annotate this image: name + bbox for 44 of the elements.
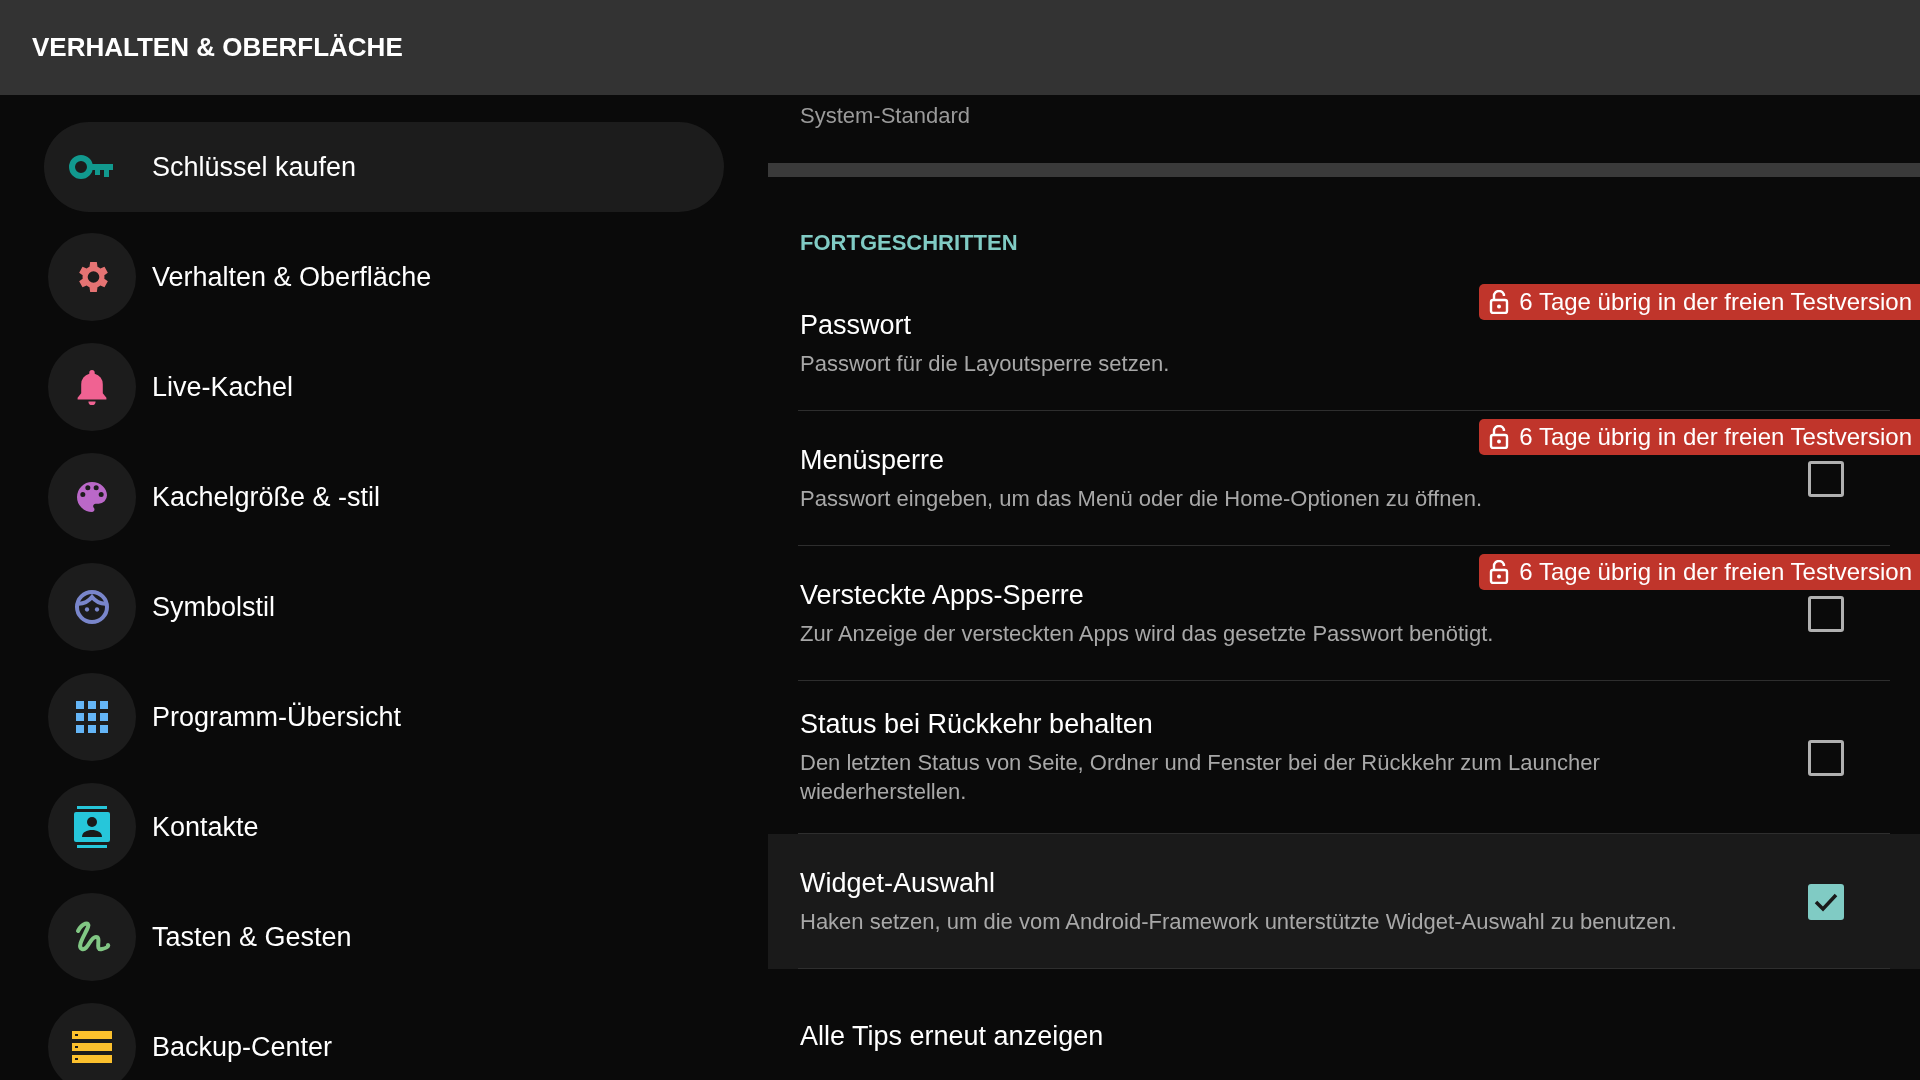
setting-title: Alle Tips erneut anzeigen xyxy=(800,1021,1104,1052)
setting-title: Passwort xyxy=(800,309,912,341)
checkbox[interactable] xyxy=(1808,460,1844,497)
sidebar-item[interactable]: Kachelgröße & -stil xyxy=(44,452,724,542)
setting-row[interactable]: Passwort Passwort für die Layoutsperre setzen. 6 Tage übrig in der freien Testversion xyxy=(768,276,1920,411)
highlighted-row[interactable]: Widget-Auswahl Haken setzen, um die vom Android-Framework unterstützte Widget-Auswahl zu benutzen. xyxy=(768,834,1920,969)
storage-icon xyxy=(72,1031,112,1063)
unlocked-padlock-icon xyxy=(1489,560,1510,584)
sidebar-item[interactable]: Symbolstil xyxy=(44,562,724,652)
trial-badge: 6 Tage übrig in der freien Testversion xyxy=(1479,554,1920,590)
setting-title: Widget-Auswahl xyxy=(800,867,996,899)
setting-summary: Passwort für die Layoutsperre setzen. xyxy=(800,349,1170,378)
setting-row[interactable]: Versteckte Apps-Sperre Zur Anzeige der versteckten Apps wird das gesetzte Passwort benötigt. 6 Tage übrig in der freien Testversion xyxy=(768,546,1920,681)
setting-summary: Passwort eingeben, um das Menü oder die Home-Optionen zu öffnen. xyxy=(800,484,1482,513)
contact-card-icon xyxy=(74,806,110,848)
check-icon xyxy=(1814,891,1838,912)
sidebar-item[interactable]: Programm-Übersicht xyxy=(44,672,724,762)
setting-title: Versteckte Apps-Sperre xyxy=(800,579,1084,611)
setting-title: Menüsperre xyxy=(800,444,945,476)
setting-row[interactable]: Menüsperre Passwort eingeben, um das Menü oder die Home-Optionen zu öffnen. 6 Tage übrig in der freien Testversion xyxy=(768,411,1920,546)
sidebar-item[interactable]: Kontakte xyxy=(44,782,724,872)
setting-row[interactable]: Status bei Rückkehr behalten Den letzten Status von Seite, Ordner und Fenster bei der Rückkehr zum Launcher wiederherstellen. xyxy=(768,681,1920,834)
setting-title: Status bei Rückkehr behalten xyxy=(800,709,1153,740)
setting-summary: Haken setzen, um die vom Android-Framework unterstützte Widget-Auswahl zu benutzen. xyxy=(800,907,1677,936)
checkbox[interactable] xyxy=(1808,595,1844,632)
sidebar-item[interactable]: Backup-Center xyxy=(44,1002,724,1080)
setting-summary: Den letzten Status von Seite, Ordner und Fenster bei der Rückkehr zum Launcher wiederherstellen. xyxy=(800,749,1601,806)
trial-badge: 6 Tage übrig in der freien Testversion xyxy=(1479,284,1920,320)
sidebar-item[interactable]: Live-Kachel xyxy=(44,342,724,432)
grid-icon xyxy=(75,700,109,734)
previous-value-text: System-Standard xyxy=(800,103,970,128)
sidebar-item[interactable]: Verhalten & Oberfläche xyxy=(44,232,724,322)
sidebar-item[interactable]: Tasten & Gesten xyxy=(44,892,724,982)
section-title: FORTGESCHRITTEN xyxy=(799,229,1018,257)
sidebar-item[interactable]: Schlüssel kaufen xyxy=(44,122,724,212)
key-icon xyxy=(69,154,115,180)
unlocked-padlock-icon xyxy=(1489,290,1510,314)
face-icon xyxy=(72,587,112,627)
trial-badge: 6 Tage übrig in der freien Testversion xyxy=(1479,419,1920,455)
unlocked-padlock-icon xyxy=(1489,425,1510,449)
checkbox[interactable] xyxy=(1808,739,1844,776)
checkbox[interactable] xyxy=(1808,883,1844,920)
setting-summary: Zur Anzeige der versteckten Apps wird das gesetzte Passwort benötigt. xyxy=(800,619,1494,648)
page-title: VERHALTEN & OBERFLÄCHE xyxy=(32,32,403,63)
